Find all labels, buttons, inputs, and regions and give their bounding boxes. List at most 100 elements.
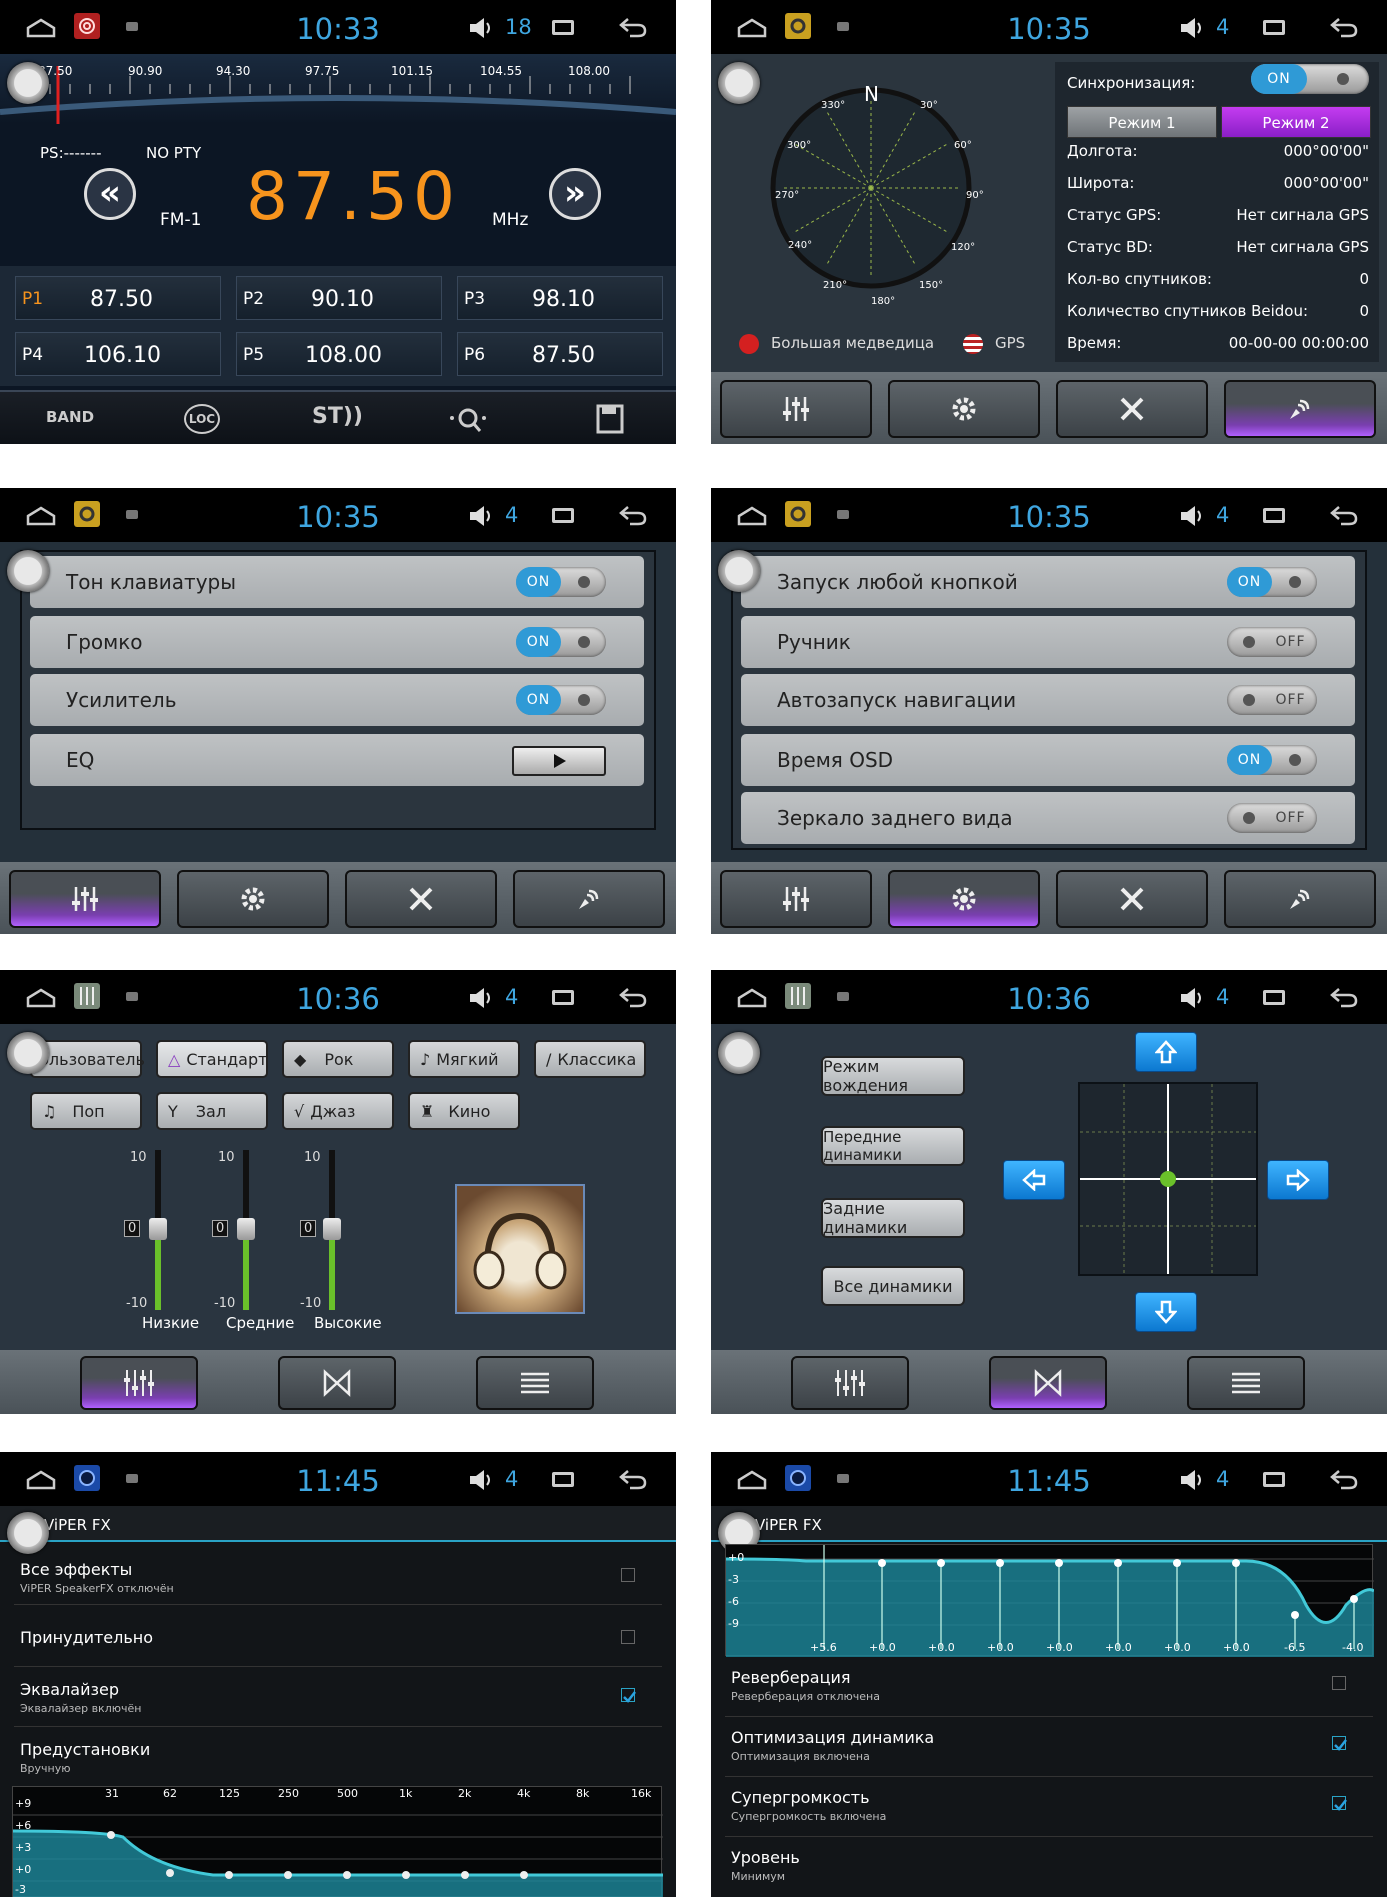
volume-icon[interactable] [468, 16, 494, 40]
floating-button[interactable] [7, 1032, 49, 1074]
tab-gps[interactable] [1224, 870, 1376, 928]
tab-equalizer[interactable] [80, 1356, 198, 1410]
balance-point[interactable] [1160, 1171, 1176, 1187]
tab-balance[interactable] [278, 1356, 396, 1410]
preset-cinema[interactable]: ♜ Кино [408, 1092, 520, 1130]
preset-standard[interactable]: △ Стандарт [156, 1040, 268, 1078]
volume-icon[interactable] [1179, 1468, 1205, 1492]
toggle-switch[interactable]: ON [516, 685, 606, 715]
fader-knob[interactable] [237, 1218, 255, 1240]
recent-apps-icon[interactable] [1263, 508, 1285, 523]
setting-item[interactable]: Реверберация Реверберация отключена [731, 1668, 1371, 1703]
tab-gps[interactable] [513, 870, 665, 928]
recent-apps-icon[interactable] [552, 20, 574, 35]
all-speakers-button[interactable]: Все динамики [821, 1266, 965, 1306]
toggle-switch[interactable]: ON [516, 567, 606, 597]
setting-item[interactable]: Супергромкость Супергромкость включена [731, 1788, 1371, 1823]
tab-equalizer[interactable] [791, 1356, 909, 1410]
floating-button[interactable] [7, 550, 49, 592]
mode2-button[interactable]: Режим 2 [1221, 106, 1371, 138]
toggle-switch[interactable]: ON [516, 627, 606, 657]
mode1-button[interactable]: Режим 1 [1067, 106, 1217, 138]
fader-treble[interactable] [320, 1150, 344, 1310]
tab-sound-list[interactable] [1187, 1356, 1305, 1410]
setting-row[interactable]: Время OSD ON [741, 734, 1355, 786]
back-icon[interactable] [618, 504, 648, 526]
back-icon[interactable] [618, 986, 648, 1008]
back-icon[interactable] [1329, 986, 1359, 1008]
setting-row[interactable]: Громко ON [30, 616, 644, 668]
volume-icon[interactable] [1179, 504, 1205, 528]
band-button[interactable]: BAND [46, 408, 94, 426]
arrow-left-button[interactable] [1003, 1160, 1065, 1200]
floating-button[interactable] [7, 62, 49, 104]
tab-sound-list[interactable] [476, 1356, 594, 1410]
volume-icon[interactable] [1179, 986, 1205, 1010]
recent-apps-icon[interactable] [552, 990, 574, 1005]
tab-sound[interactable] [9, 870, 161, 928]
volume-icon[interactable] [468, 1468, 494, 1492]
setting-item[interactable]: Эквалайзер Эквалайзер включён [20, 1680, 660, 1715]
rear-speakers-button[interactable]: Задние динамики [821, 1198, 965, 1238]
fader-mid[interactable] [234, 1150, 258, 1310]
preset-pop[interactable]: ♫ Поп [30, 1092, 142, 1130]
tab-sound[interactable] [720, 870, 872, 928]
eq-graph[interactable]: +0 -3 -6 -9 +5.6 +0.0 +0.0 +0.0 +0.0 +0.… [725, 1544, 1374, 1657]
scan-icon[interactable] [446, 404, 490, 434]
tab-general[interactable] [888, 380, 1040, 438]
front-speakers-button[interactable]: Передние динамики [821, 1126, 965, 1166]
preset-p4[interactable]: P4 106.10 [15, 332, 221, 376]
preset-soft[interactable]: ♪ Мягкий [408, 1040, 520, 1078]
toggle-switch[interactable]: OFF [1227, 685, 1317, 715]
floating-button[interactable] [718, 550, 760, 592]
fader-bass[interactable] [146, 1150, 170, 1310]
tab-sound[interactable] [720, 380, 872, 438]
driving-mode-button[interactable]: Режим вождения [821, 1056, 965, 1096]
floating-button[interactable] [718, 1032, 760, 1074]
eq-graph[interactable]: +9 +6 +3 +0 -3 31 62 125 250 500 1k 2k 4… [12, 1786, 663, 1897]
preset-hall[interactable]: Y Зал [156, 1092, 268, 1130]
stereo-button[interactable]: ST)) [312, 404, 363, 429]
checkbox[interactable] [621, 1568, 635, 1582]
toggle-switch[interactable]: OFF [1227, 803, 1317, 833]
setting-row[interactable]: Автозапуск навигации OFF [741, 674, 1355, 726]
checkbox[interactable] [621, 1630, 635, 1644]
arrow-up-button[interactable] [1135, 1032, 1197, 1072]
setting-row[interactable]: Ручник OFF [741, 616, 1355, 668]
tuning-scale[interactable]: 87.50 90.90 94.30 97.75 101.15 104.55 10… [0, 54, 676, 124]
setting-row[interactable]: EQ [30, 734, 644, 786]
recent-apps-icon[interactable] [552, 1472, 574, 1487]
tab-general[interactable] [177, 870, 329, 928]
setting-row[interactable]: Тон клавиатуры ON [30, 556, 644, 608]
toggle-switch[interactable]: OFF [1227, 627, 1317, 657]
loc-button[interactable]: LOC [184, 404, 220, 434]
fader-knob[interactable] [149, 1218, 167, 1240]
save-icon[interactable] [596, 404, 624, 434]
tab-general[interactable] [888, 870, 1040, 928]
back-icon[interactable] [1329, 1468, 1359, 1490]
preset-classic[interactable]: / Классика [534, 1040, 646, 1078]
tab-tools[interactable] [345, 870, 497, 928]
setting-item[interactable]: Предустановки Вручную [20, 1740, 660, 1775]
arrow-right-button[interactable] [1267, 1160, 1329, 1200]
checkbox-checked[interactable] [1332, 1736, 1347, 1751]
toggle-switch[interactable]: ON [1227, 567, 1317, 597]
checkbox-checked[interactable] [621, 1688, 636, 1703]
tab-gps[interactable] [1224, 380, 1376, 438]
balance-grid[interactable] [1078, 1082, 1258, 1276]
setting-row[interactable]: Запуск любой кнопкой ON [741, 556, 1355, 608]
setting-row[interactable]: Зеркало заднего вида OFF [741, 792, 1355, 844]
volume-icon[interactable] [468, 986, 494, 1010]
preset-jazz[interactable]: √ Джаз [282, 1092, 394, 1130]
tab-tools[interactable] [1056, 380, 1208, 438]
back-icon[interactable] [1329, 504, 1359, 526]
back-icon[interactable] [1329, 16, 1359, 38]
checkbox-checked[interactable] [1332, 1796, 1347, 1811]
eq-open-button[interactable] [512, 746, 606, 776]
volume-icon[interactable] [1179, 16, 1205, 40]
preset-p5[interactable]: P5 108.00 [236, 332, 442, 376]
setting-item[interactable]: Принудительно [20, 1628, 660, 1647]
arrow-down-button[interactable] [1135, 1292, 1197, 1332]
sync-toggle[interactable]: ON [1251, 64, 1369, 94]
recent-apps-icon[interactable] [1263, 990, 1285, 1005]
